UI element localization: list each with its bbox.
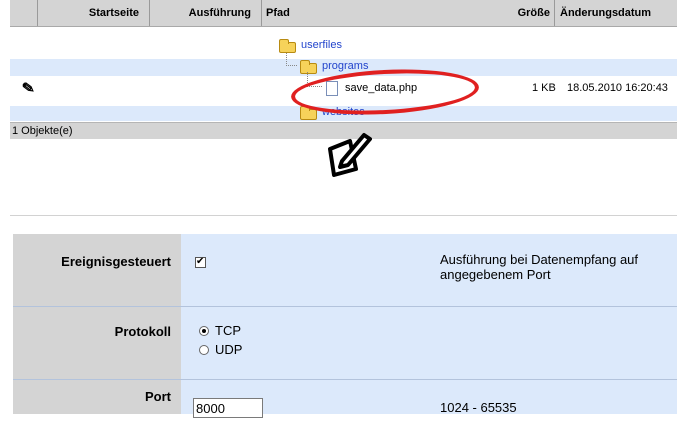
edit-icon-large: [320, 129, 372, 179]
table-header: Startseite Ausführung Pfad Größe Änderun…: [10, 0, 677, 27]
file-size: 1 KB: [532, 82, 556, 94]
divider: [10, 215, 677, 216]
tree-row-userfiles[interactable]: userfiles: [10, 38, 677, 55]
protokoll-option-udp: UDP: [215, 342, 243, 357]
file-date: 18.05.2010 16:20:43: [567, 82, 668, 94]
header-pfad[interactable]: Pfad: [261, 0, 508, 26]
header-blank: [10, 0, 37, 26]
ereignis-desc-line2: angegebenem Port: [440, 267, 551, 282]
edit-icon[interactable]: ✎: [21, 78, 36, 98]
protokoll-radio-tcp[interactable]: [199, 326, 209, 336]
folder-icon: [279, 39, 296, 53]
ereignis-desc-line1: Ausführung bei Datenempfang auf: [440, 252, 639, 267]
header-ausfuehrung[interactable]: Ausführung: [149, 0, 261, 26]
protokoll-label: Protokoll: [13, 307, 181, 379]
port-label: Port: [13, 380, 181, 414]
status-text: 1 Objekte(e): [12, 125, 73, 137]
protokoll-option-tcp: TCP: [215, 323, 241, 338]
protokoll-radio-udp[interactable]: [199, 345, 209, 355]
ereignis-label: Ereignisgesteuert: [13, 234, 181, 306]
file-table: Startseite Ausführung Pfad Größe Änderun…: [10, 0, 677, 139]
port-input[interactable]: [193, 398, 263, 418]
header-aenderungsdatum[interactable]: Änderungsdatum: [554, 0, 677, 26]
tree-item-userfiles[interactable]: userfiles: [301, 39, 342, 51]
header-groesse[interactable]: Größe: [508, 0, 554, 26]
ereignis-checkbox[interactable]: [195, 255, 206, 269]
folder-icon: [300, 106, 317, 120]
tree-connector: [286, 53, 297, 66]
settings-table: Ereignisgesteuert Ausführung bei Datenem…: [13, 234, 677, 418]
header-startseite[interactable]: Startseite: [37, 0, 149, 26]
port-range: 1024 - 65535: [440, 400, 517, 415]
tree-item-programs[interactable]: programs: [322, 60, 368, 72]
